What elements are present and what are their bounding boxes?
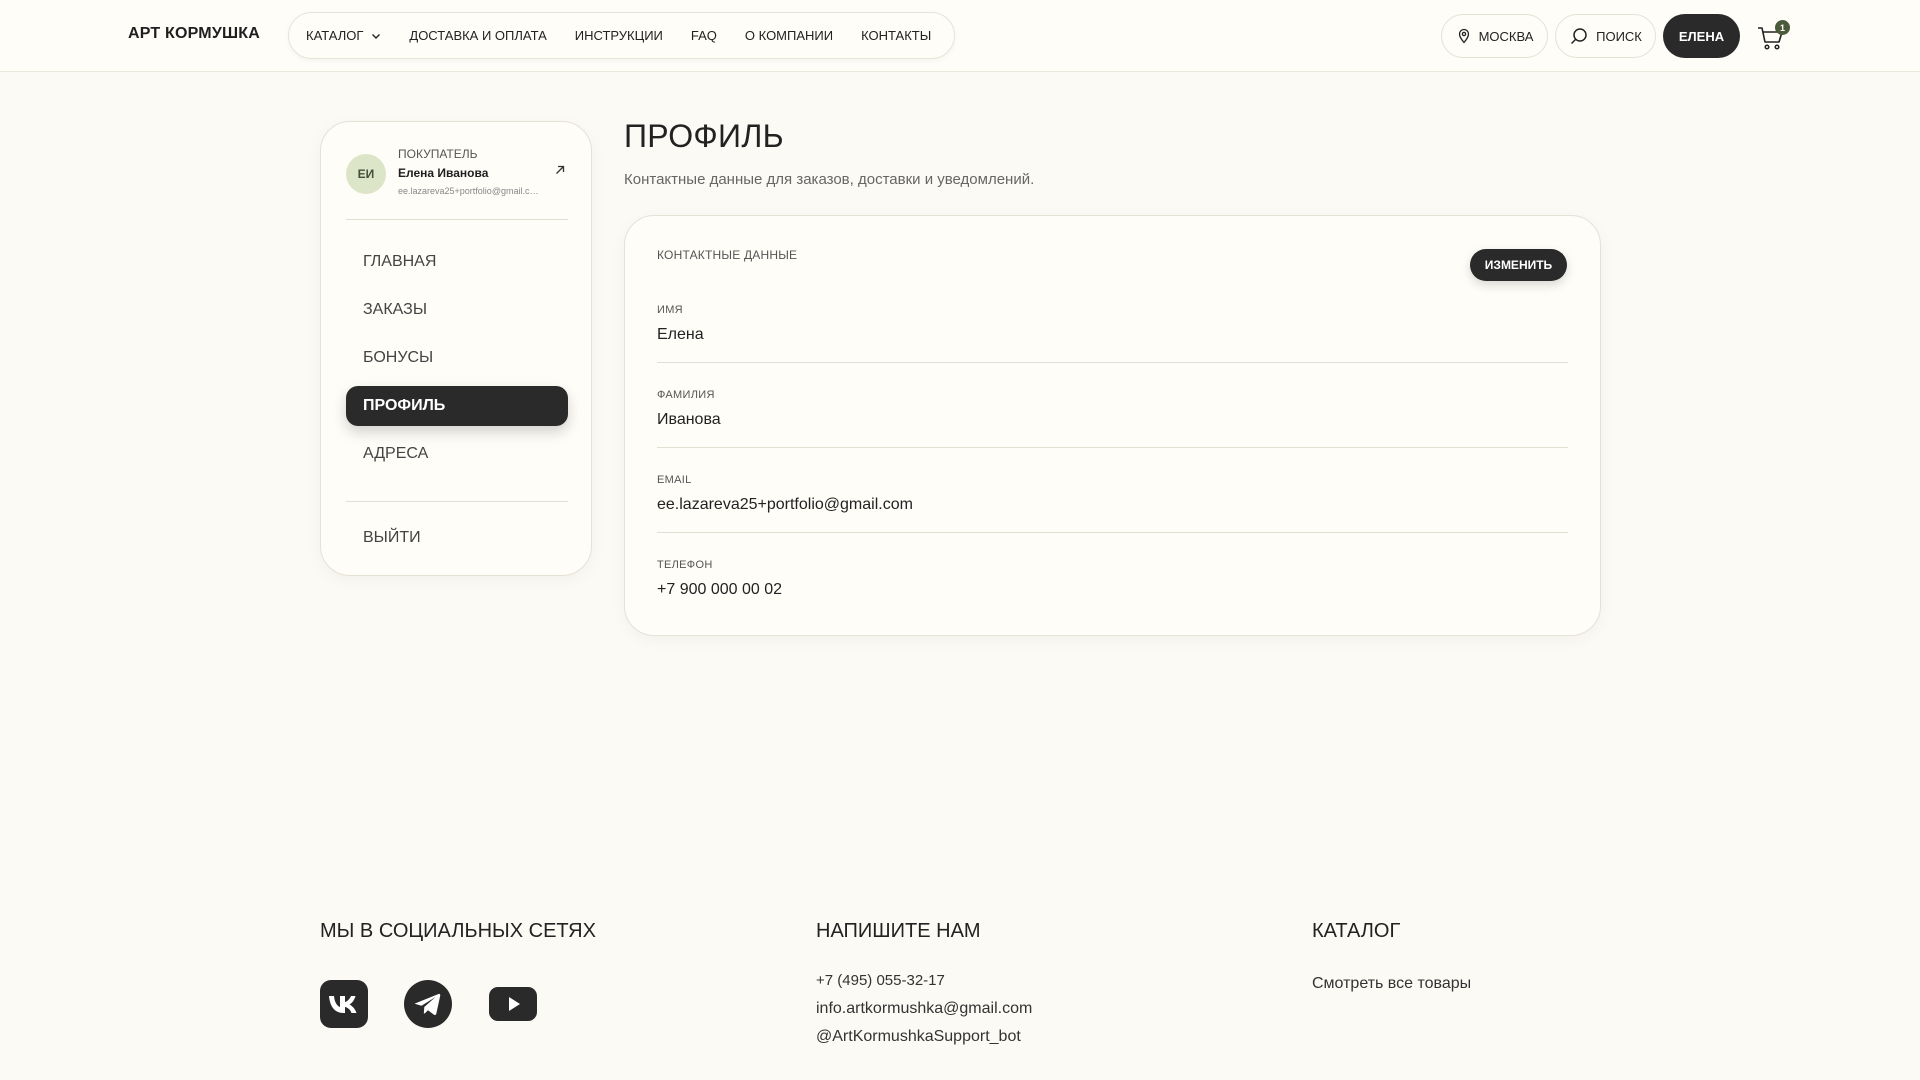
nav-item-delivery[interactable]: ДОСТАВКА И ОПЛАТА (409, 28, 546, 43)
city-label: МОСКВА (1478, 28, 1534, 44)
external-link-icon[interactable] (554, 164, 566, 176)
site-header: АРТ КОРМУШКА КАТАЛОГ ДОСТАВКА И ОПЛАТА И… (0, 0, 1920, 72)
nav-item-contacts[interactable]: КОНТАКТЫ (861, 28, 931, 43)
user-name: Елена Иванова (398, 166, 489, 180)
page-title: ПРОФИЛЬ (624, 118, 784, 154)
field-label: ФАМИЛИЯ (657, 389, 715, 401)
field-first-name: ИМЯ Елена (657, 304, 1568, 363)
field-phone: ТЕЛЕФОН +7 900 000 00 02 (657, 559, 1568, 599)
sidebar-item-addresses[interactable]: АДРЕСА (346, 434, 568, 474)
user-role: ПОКУПАТЕЛЬ (398, 147, 478, 161)
field-divider (657, 532, 1568, 533)
search-label: ПОИСК (1596, 28, 1642, 44)
field-divider (657, 447, 1568, 448)
logout-button[interactable]: ВЫЙТИ (346, 518, 568, 558)
edit-button[interactable]: ИЗМЕНИТЬ (1470, 249, 1567, 281)
site-logo[interactable]: АРТ КОРМУШКА (128, 25, 260, 43)
field-label: EMAIL (657, 474, 692, 486)
card-title: КОНТАКТНЫЕ ДАННЫЕ (657, 248, 798, 262)
sidebar-divider (346, 501, 568, 502)
nav-item-catalog[interactable]: КАТАЛОГ (306, 28, 381, 43)
field-email: EMAIL ee.lazareva25+portfolio@gmail.com (657, 474, 1568, 533)
telegram-icon[interactable] (404, 980, 452, 1028)
sidebar-item-home[interactable]: ГЛАВНАЯ (346, 242, 568, 282)
footer-all-products-link[interactable]: Смотреть все товары (1312, 975, 1471, 993)
youtube-icon[interactable] (489, 980, 537, 1028)
location-pin-icon (1458, 28, 1469, 44)
nav-item-label: КАТАЛОГ (306, 28, 364, 43)
user-account-button[interactable]: ЕЛЕНА (1663, 14, 1740, 58)
search-button[interactable]: ПОИСК (1555, 14, 1656, 58)
account-sidebar: ЕИ ПОКУПАТЕЛЬ Елена Иванова ee.lazareva2… (320, 121, 592, 576)
footer-contact-title: НАПИШИТЕ НАМ (816, 920, 981, 942)
footer-bot-link[interactable]: @ArtKormushkaSupport_bot (816, 1028, 1021, 1046)
page-subtitle: Контактные данные для заказов, доставки … (624, 171, 1035, 188)
main-nav: КАТАЛОГ ДОСТАВКА И ОПЛАТА ИНСТРУКЦИИ FAQ… (288, 12, 955, 59)
sidebar-divider (346, 219, 568, 220)
sidebar-item-orders[interactable]: ЗАКАЗЫ (346, 290, 568, 330)
field-value: +7 900 000 00 02 (657, 581, 783, 598)
footer-email-link[interactable]: info.artkormushka@gmail.com (816, 1000, 1032, 1018)
avatar: ЕИ (346, 154, 386, 194)
field-label: ИМЯ (657, 304, 683, 316)
field-value: Иванова (657, 411, 721, 428)
field-divider (657, 362, 1568, 363)
footer-phone-link[interactable]: +7 (495) 055-32-17 (816, 972, 945, 989)
city-button[interactable]: МОСКВА (1441, 14, 1548, 58)
cart-count-badge: 1 (1775, 20, 1790, 35)
field-last-name: ФАМИЛИЯ Иванова (657, 389, 1568, 448)
field-label: ТЕЛЕФОН (657, 559, 713, 571)
footer-catalog-title: КАТАЛОГ (1312, 920, 1401, 942)
sidebar-item-profile[interactable]: ПРОФИЛЬ (346, 386, 568, 426)
sidebar-menu: ГЛАВНАЯ ЗАКАЗЫ БОНУСЫ ПРОФИЛЬ АДРЕСА (346, 242, 568, 482)
vk-icon[interactable] (320, 980, 368, 1028)
nav-item-instructions[interactable]: ИНСТРУКЦИИ (575, 28, 663, 43)
cart-button[interactable]: 1 (1756, 20, 1790, 52)
user-email: ee.lazareva25+portfolio@gmail.com (398, 186, 540, 196)
sidebar-item-bonuses[interactable]: БОНУСЫ (346, 338, 568, 378)
field-value: ee.lazareva25+portfolio@gmail.com (657, 496, 913, 513)
nav-item-faq[interactable]: FAQ (691, 28, 717, 43)
chevron-down-icon (372, 33, 381, 39)
footer-social-title: МЫ В СОЦИАЛЬНЫХ СЕТЯХ (320, 920, 596, 942)
contact-details-card: КОНТАКТНЫЕ ДАННЫЕ ИЗМЕНИТЬ ИМЯ Елена ФАМ… (624, 215, 1601, 636)
field-value: Елена (657, 326, 704, 343)
search-icon (1571, 28, 1587, 45)
nav-item-about[interactable]: О КОМПАНИИ (745, 28, 833, 43)
